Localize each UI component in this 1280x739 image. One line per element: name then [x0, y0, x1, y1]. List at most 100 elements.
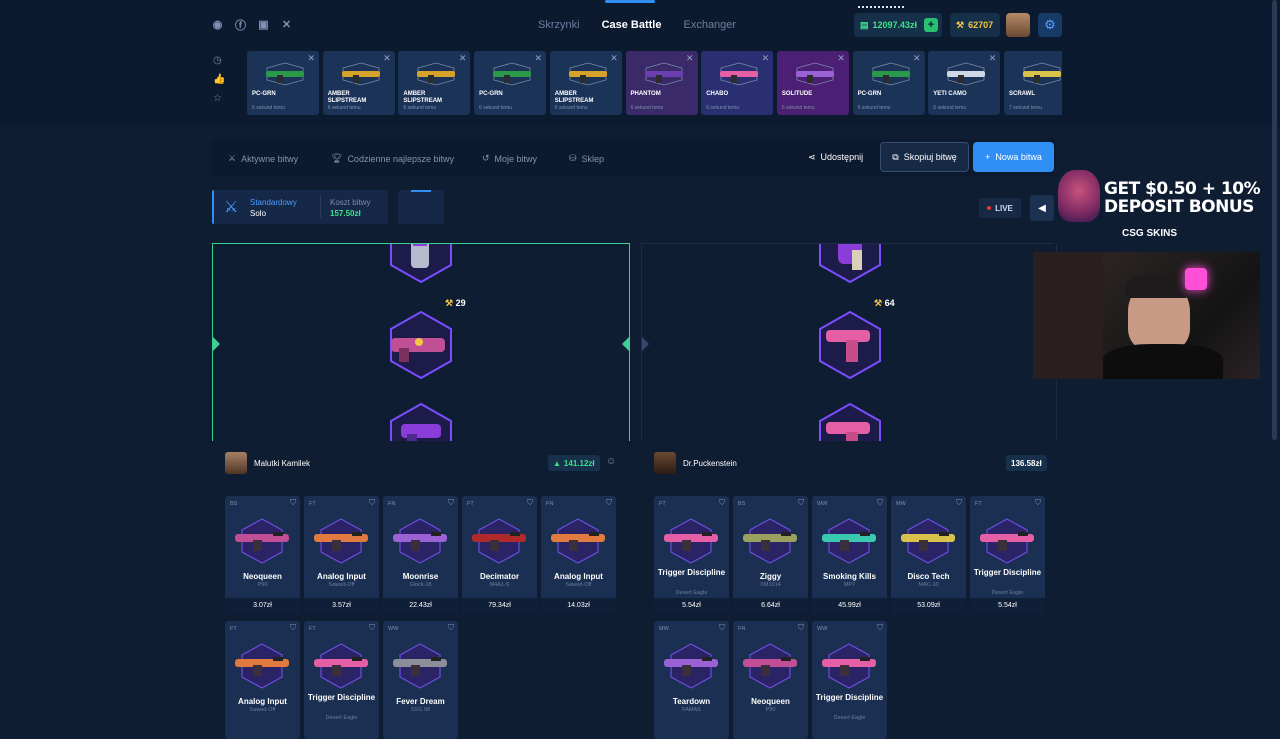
shield-icon[interactable]: ⛉	[290, 623, 296, 633]
shield-icon[interactable]: ⛉	[877, 498, 883, 508]
new-battle-button[interactable]: + Nowa bitwa	[973, 142, 1054, 172]
item-card[interactable]: FT ⛉ Analog Input Sawed-Off 3.57zł	[304, 496, 379, 614]
item-card[interactable]: FT ⛉ Analog Input Sawed-Off	[225, 621, 300, 739]
shield-icon[interactable]: ⛉	[369, 623, 375, 633]
page-scrollbar[interactable]	[1272, 0, 1277, 440]
item-card[interactable]: FN ⛉ Analog Input Sawed-Off 14.03zł	[541, 496, 616, 614]
recent-drop-item[interactable]: ✕ PC-GRN 6 sekund temu	[852, 51, 925, 115]
close-icon[interactable]: ✕	[610, 53, 618, 64]
collapse-arrow-button[interactable]: ◀	[1030, 195, 1054, 221]
shield-icon[interactable]: ⛉	[448, 498, 454, 508]
recent-drop-item[interactable]: ✕ AMBER SLIPSTREAM 6 sekund temu	[322, 51, 395, 115]
close-icon[interactable]: ✕	[686, 53, 694, 64]
copy-icon: ⧉	[892, 151, 899, 162]
close-icon[interactable]: ✕	[383, 53, 391, 64]
instagram-icon[interactable]: ▣	[256, 17, 271, 32]
shield-icon[interactable]: ⛉	[877, 623, 883, 633]
item-card[interactable]: FT ⛉ Trigger Discipline Desert Eagle	[304, 621, 379, 739]
item-card[interactable]: FT ⛉ Trigger Discipline Desert Eagle 5.5…	[970, 496, 1045, 614]
deposit-plus-icon[interactable]: +	[924, 18, 938, 32]
spinner-left: ⚒ 29	[212, 243, 630, 441]
item-card[interactable]: FN ⛉ Moonrise Glock-18 22.43zł	[383, 496, 458, 614]
close-icon[interactable]: ✕	[307, 53, 315, 64]
item-card[interactable]: WW ⛉ Fever Dream SSG 08	[383, 621, 458, 739]
item-card[interactable]: MW ⛉ Teardown FAMAS	[654, 621, 729, 739]
item-card[interactable]: BS ⛉ Neoqueen P90 3.07zł	[225, 496, 300, 614]
share-button[interactable]: ⋖ Udostępnij	[808, 152, 863, 163]
item-card[interactable]: BS ⛉ Ziggy XM1014 6.64zł	[733, 496, 808, 614]
recent-drop-item[interactable]: ✕ AMBER SLIPSTREAM 6 sekund temu	[398, 51, 471, 115]
promo-banner[interactable]: GET $0.50 + 10% DEPOSIT BONUS CSG SKINS	[1054, 166, 1262, 244]
recent-drop-item[interactable]: ✕ YETI CAMO 6 sekund temu	[928, 51, 1001, 115]
shield-icon[interactable]: ⛉	[448, 623, 454, 633]
shield-icon[interactable]: ⛉	[719, 498, 725, 508]
player-total: 136.58zł	[1006, 455, 1047, 471]
recent-drop-item[interactable]: ✕ PC-GRN 6 sekund temu	[474, 51, 547, 115]
balance-value: 12097.43zł	[872, 20, 918, 30]
close-icon[interactable]: ✕	[459, 53, 467, 64]
user-avatar[interactable]	[1006, 13, 1030, 37]
discord-icon[interactable]: ◉	[210, 17, 225, 32]
item-name: Disco Tech	[907, 572, 950, 581]
nav-case-battle[interactable]: Case Battle	[602, 19, 662, 31]
shield-icon[interactable]: ⛉	[956, 498, 962, 508]
recent-drop-item[interactable]: ✕ SOLITUDE 6 sekund temu	[776, 51, 849, 115]
battle-mode: Standardowy	[250, 198, 297, 207]
shield-icon[interactable]: ⛉	[290, 498, 296, 508]
item-name: Trigger Discipline	[307, 693, 376, 702]
recent-filter-icons: ◷ 👍 ☆	[213, 55, 225, 104]
points-widget[interactable]: ⚒ 62707	[950, 13, 1000, 37]
thumb-up-icon[interactable]: 👍	[213, 74, 225, 85]
shield-icon[interactable]: ⛉	[719, 623, 725, 633]
nav-exchanger[interactable]: Exchanger	[683, 19, 736, 31]
shield-icon[interactable]: ⛉	[798, 498, 804, 508]
player-name[interactable]: Malutki Kamilek	[254, 459, 310, 468]
top-bar: ◉ ⓕ ▣ ✕ Skrzynki Case Battle Exchanger ▤…	[0, 0, 1280, 126]
item-card[interactable]: FN ⛉ Neoqueen P90	[733, 621, 808, 739]
player-avatar[interactable]	[654, 452, 676, 474]
weapon-image	[1023, 62, 1061, 86]
shield-icon[interactable]: ⛉	[606, 498, 612, 508]
item-card[interactable]: MW ⛉ Disco Tech MAC-10 53.09zł	[891, 496, 966, 614]
item-weapon: Glock-18	[409, 582, 432, 588]
tab-my-battles[interactable]: ↺ Moje bitwy	[482, 153, 537, 164]
item-card[interactable]: FT ⛉ Decimator M4A1-S 79.34zł	[462, 496, 537, 614]
close-icon[interactable]: ✕	[837, 53, 845, 64]
tab-daily-best[interactable]: 🏆︎ Codzienne najlepsze bitwy	[331, 153, 454, 164]
smile-icon[interactable]: ☺	[606, 456, 616, 467]
item-weapon: Sawed-Off	[565, 582, 592, 588]
recent-drop-item[interactable]: ✕ SCRAWL 7 sekund temu	[1004, 51, 1062, 115]
facebook-icon[interactable]: ⓕ	[233, 17, 248, 32]
item-card[interactable]: FT ⛉ Trigger Discipline Desert Eagle 5.5…	[654, 496, 729, 614]
case-thumbnail[interactable]	[398, 190, 444, 224]
shield-icon[interactable]: ⛉	[527, 498, 533, 508]
nav-cases[interactable]: Skrzynki	[538, 19, 580, 31]
recent-drop-time: 6 sekund temu	[706, 105, 739, 111]
recent-drop-item[interactable]: ✕ AMBER SLIPSTREAM 6 sekund temu	[549, 51, 622, 115]
copy-battle-button[interactable]: ⧉ Skopiuj bitwę	[880, 142, 969, 172]
star-icon[interactable]: ☆	[213, 93, 225, 104]
player-name[interactable]: Dr.Puckenstein	[683, 459, 737, 468]
close-icon[interactable]: ✕	[762, 53, 770, 64]
player-avatar[interactable]	[225, 452, 247, 474]
x-icon[interactable]: ✕	[279, 17, 294, 32]
item-card[interactable]: WW ⛉ Smoking Kills MP7 45.99zł	[812, 496, 887, 614]
recent-drop-item[interactable]: ✕ PHANTOM 6 sekund temu	[625, 51, 698, 115]
gear-icon[interactable]: ⚙	[1038, 13, 1062, 37]
shield-icon[interactable]: ⛉	[798, 623, 804, 633]
shield-icon[interactable]: ⛉	[369, 498, 375, 508]
tab-active-battles[interactable]: ⚔ Aktywne bitwy	[228, 153, 298, 164]
recent-drop-item[interactable]: ✕ CHABO 6 sekund temu	[701, 51, 774, 115]
close-icon[interactable]: ✕	[989, 53, 997, 64]
close-icon[interactable]: ✕	[535, 53, 543, 64]
recent-drop-item[interactable]: ✕ PC-GRN 6 sekund temu	[247, 51, 319, 115]
close-icon[interactable]: ✕	[913, 53, 921, 64]
live-badge: LIVE	[979, 198, 1021, 218]
balance-widget[interactable]: ▤ 12097.43zł +	[854, 13, 942, 37]
tab-shop[interactable]: ⛁ Sklep	[569, 153, 604, 164]
wallet-icon: ▤	[860, 19, 869, 30]
item-card[interactable]: WW ⛉ Trigger Discipline Desert Eagle	[812, 621, 887, 739]
item-condition: FT	[309, 626, 316, 632]
clock-icon[interactable]: ◷	[213, 55, 225, 66]
shield-icon[interactable]: ⛉	[1035, 498, 1041, 508]
